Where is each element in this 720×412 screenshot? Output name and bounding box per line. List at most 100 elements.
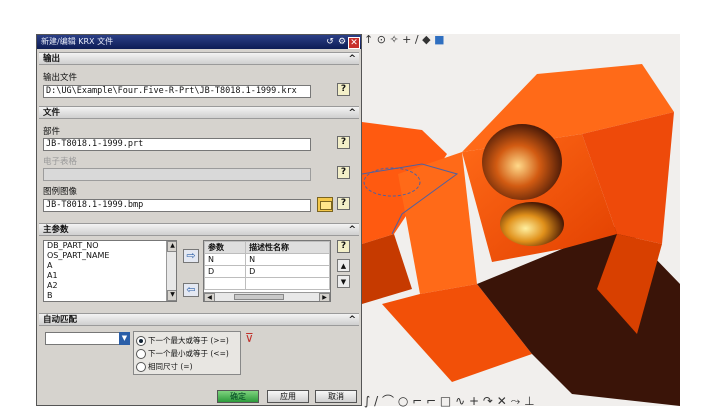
output-file-field[interactable]: D:\UG\Example\Four.Five-R-Prt\JB-T8018.1… <box>43 85 311 98</box>
view-toolbar: ↑ ⊙ ✧ + / ◆ ■ <box>364 33 444 47</box>
option-same-size[interactable]: 相同尺寸 (=) <box>136 360 238 373</box>
help-icon[interactable]: ? <box>337 197 350 210</box>
close-icon[interactable]: ✕ <box>348 37 360 49</box>
line-icon[interactable]: / <box>374 394 378 408</box>
part-model <box>362 64 680 406</box>
params-section-header[interactable]: 主参数 ^ <box>39 223 359 236</box>
shading-icon[interactable]: ◆ <box>422 33 430 46</box>
move-up-icon[interactable]: ▲ <box>337 259 350 272</box>
point-icon[interactable]: + <box>469 394 479 408</box>
profile-icon[interactable]: ∫ <box>364 394 370 408</box>
orbit-icon[interactable]: ⊙ <box>377 33 386 46</box>
model-base-top <box>398 152 477 294</box>
cube-icon[interactable]: ■ <box>434 33 444 46</box>
dialog-title: 新建/编辑 KRX 文件 <box>41 37 114 46</box>
radio-button[interactable] <box>136 362 146 372</box>
krx-dialog: 新建/编辑 KRX 文件 ↺ ⚙ ✕ 输出 ^ 输出文件 D:\UG\Examp… <box>36 34 362 406</box>
table-row[interactable] <box>204 277 330 290</box>
spreadsheet-field <box>43 168 311 181</box>
chevron-down-icon[interactable]: ▼ <box>119 332 130 345</box>
list-item[interactable]: A1 <box>47 271 176 281</box>
radio-button[interactable] <box>136 336 146 346</box>
chamfer-icon[interactable]: ⌐ <box>426 394 436 408</box>
model-hole-large <box>482 124 562 200</box>
part-label: 部件 <box>43 127 61 137</box>
help-icon[interactable]: ? <box>337 136 350 149</box>
line-tool-icon[interactable]: / <box>415 33 419 46</box>
option-less-equal[interactable]: 下一个最小或等于 (<=) <box>136 347 238 360</box>
help-icon[interactable]: ? <box>337 83 350 96</box>
automatch-section-header[interactable]: 自动匹配 ^ <box>39 313 359 326</box>
cancel-button[interactable]: 取消 <box>315 390 357 403</box>
ok-button[interactable]: 确定 <box>217 390 259 403</box>
match-filter-icon[interactable]: ⊽ <box>245 331 254 345</box>
table-cell[interactable] <box>245 277 330 290</box>
list-scrollbar[interactable]: ▲ ▼ <box>166 241 176 301</box>
table-cell[interactable]: N <box>204 253 247 266</box>
automatch-section-title: 自动匹配 <box>43 315 78 325</box>
scroll-right-icon[interactable]: ▶ <box>319 293 330 301</box>
fillet-icon[interactable]: ⌐ <box>412 394 422 408</box>
list-item[interactable]: A <box>47 261 176 271</box>
trim-icon[interactable]: ✕ <box>497 394 507 408</box>
table-hscrollbar[interactable]: ◀ ▶ <box>204 292 330 301</box>
apply-button[interactable]: 应用 <box>267 390 309 403</box>
table-row[interactable]: N N <box>204 253 330 266</box>
polygon-icon[interactable]: ∿ <box>455 394 465 408</box>
settings-icon[interactable]: ⚙ <box>337 37 347 47</box>
column-header: 描述性名称 <box>245 241 330 254</box>
column-header: 参数 <box>204 241 247 254</box>
rectangle-icon[interactable]: □ <box>440 394 451 408</box>
output-section-title: 输出 <box>43 54 61 64</box>
arrow-tool-icon[interactable]: ↑ <box>364 33 373 46</box>
help-icon[interactable]: ? <box>337 166 350 179</box>
list-item[interactable]: A2 <box>47 281 176 291</box>
list-item[interactable]: B <box>47 291 176 301</box>
image-field[interactable]: JB-T8018.1-1999.bmp <box>43 199 311 212</box>
table-cell[interactable]: D <box>204 265 247 278</box>
collapse-icon[interactable]: ^ <box>348 107 356 119</box>
collapse-icon[interactable]: ^ <box>348 53 356 65</box>
collapse-icon[interactable]: ^ <box>348 224 356 236</box>
list-item[interactable]: OS_PART_NAME <box>47 251 176 261</box>
circle-icon[interactable]: ○ <box>398 394 408 408</box>
file-section-title: 文件 <box>43 108 61 118</box>
match-options: 下一个最大或等于 (>=) 下一个最小或等于 (<=) 相同尺寸 (=) <box>133 331 241 375</box>
part-field[interactable]: JB-T8018.1-1999.prt <box>43 138 311 151</box>
extend-icon[interactable]: ⤳ <box>511 394 521 408</box>
params-section-title: 主参数 <box>43 225 69 235</box>
table-cell[interactable]: D <box>245 265 330 278</box>
collapse-icon[interactable]: ^ <box>348 314 356 326</box>
match-dropdown[interactable] <box>45 332 129 345</box>
rotate-icon[interactable]: ✧ <box>389 33 398 46</box>
scroll-thumb[interactable] <box>234 294 284 300</box>
scroll-up-icon[interactable]: ▲ <box>167 241 176 252</box>
move-down-icon[interactable]: ▼ <box>337 275 350 288</box>
radio-button[interactable] <box>136 349 146 359</box>
add-right-icon[interactable]: ⇨ <box>183 249 199 263</box>
param-table: 参数 描述性名称 N N D D ◀ ▶ <box>203 240 331 302</box>
help-icon[interactable]: ? <box>337 240 350 253</box>
option-greater-equal[interactable]: 下一个最大或等于 (>=) <box>136 334 238 347</box>
output-section-header[interactable]: 输出 ^ <box>39 52 359 65</box>
open-folder-icon[interactable] <box>317 197 333 212</box>
pan-icon[interactable]: + <box>402 33 411 46</box>
scroll-down-icon[interactable]: ▼ <box>167 290 176 301</box>
file-section-header[interactable]: 文件 ^ <box>39 106 359 119</box>
constraint-icon[interactable]: ⊥ <box>524 394 534 408</box>
table-row[interactable]: D D <box>204 265 330 278</box>
output-file-label: 输出文件 <box>43 73 78 83</box>
offset-icon[interactable]: ↷ <box>483 394 493 408</box>
remove-left-icon[interactable]: ⇦ <box>183 283 199 297</box>
sketch-toolbar: ∫ / ⌒ ○ ⌐ ⌐ □ ∿ + ↷ ✕ ⤳ ⊥ <box>364 392 535 408</box>
attribute-list[interactable]: DB_PART_NO OS_PART_NAME A A1 A2 B ▲ ▼ <box>43 240 177 302</box>
reset-icon[interactable]: ↺ <box>325 37 335 47</box>
list-item[interactable]: DB_PART_NO <box>47 241 176 251</box>
scroll-left-icon[interactable]: ◀ <box>204 293 215 301</box>
table-header-row: 参数 描述性名称 <box>204 241 330 254</box>
table-cell[interactable]: N <box>245 253 330 266</box>
arc-icon[interactable]: ⌒ <box>382 394 394 408</box>
spreadsheet-label: 电子表格 <box>43 157 78 167</box>
viewport[interactable] <box>362 34 680 406</box>
table-cell[interactable] <box>204 277 247 290</box>
